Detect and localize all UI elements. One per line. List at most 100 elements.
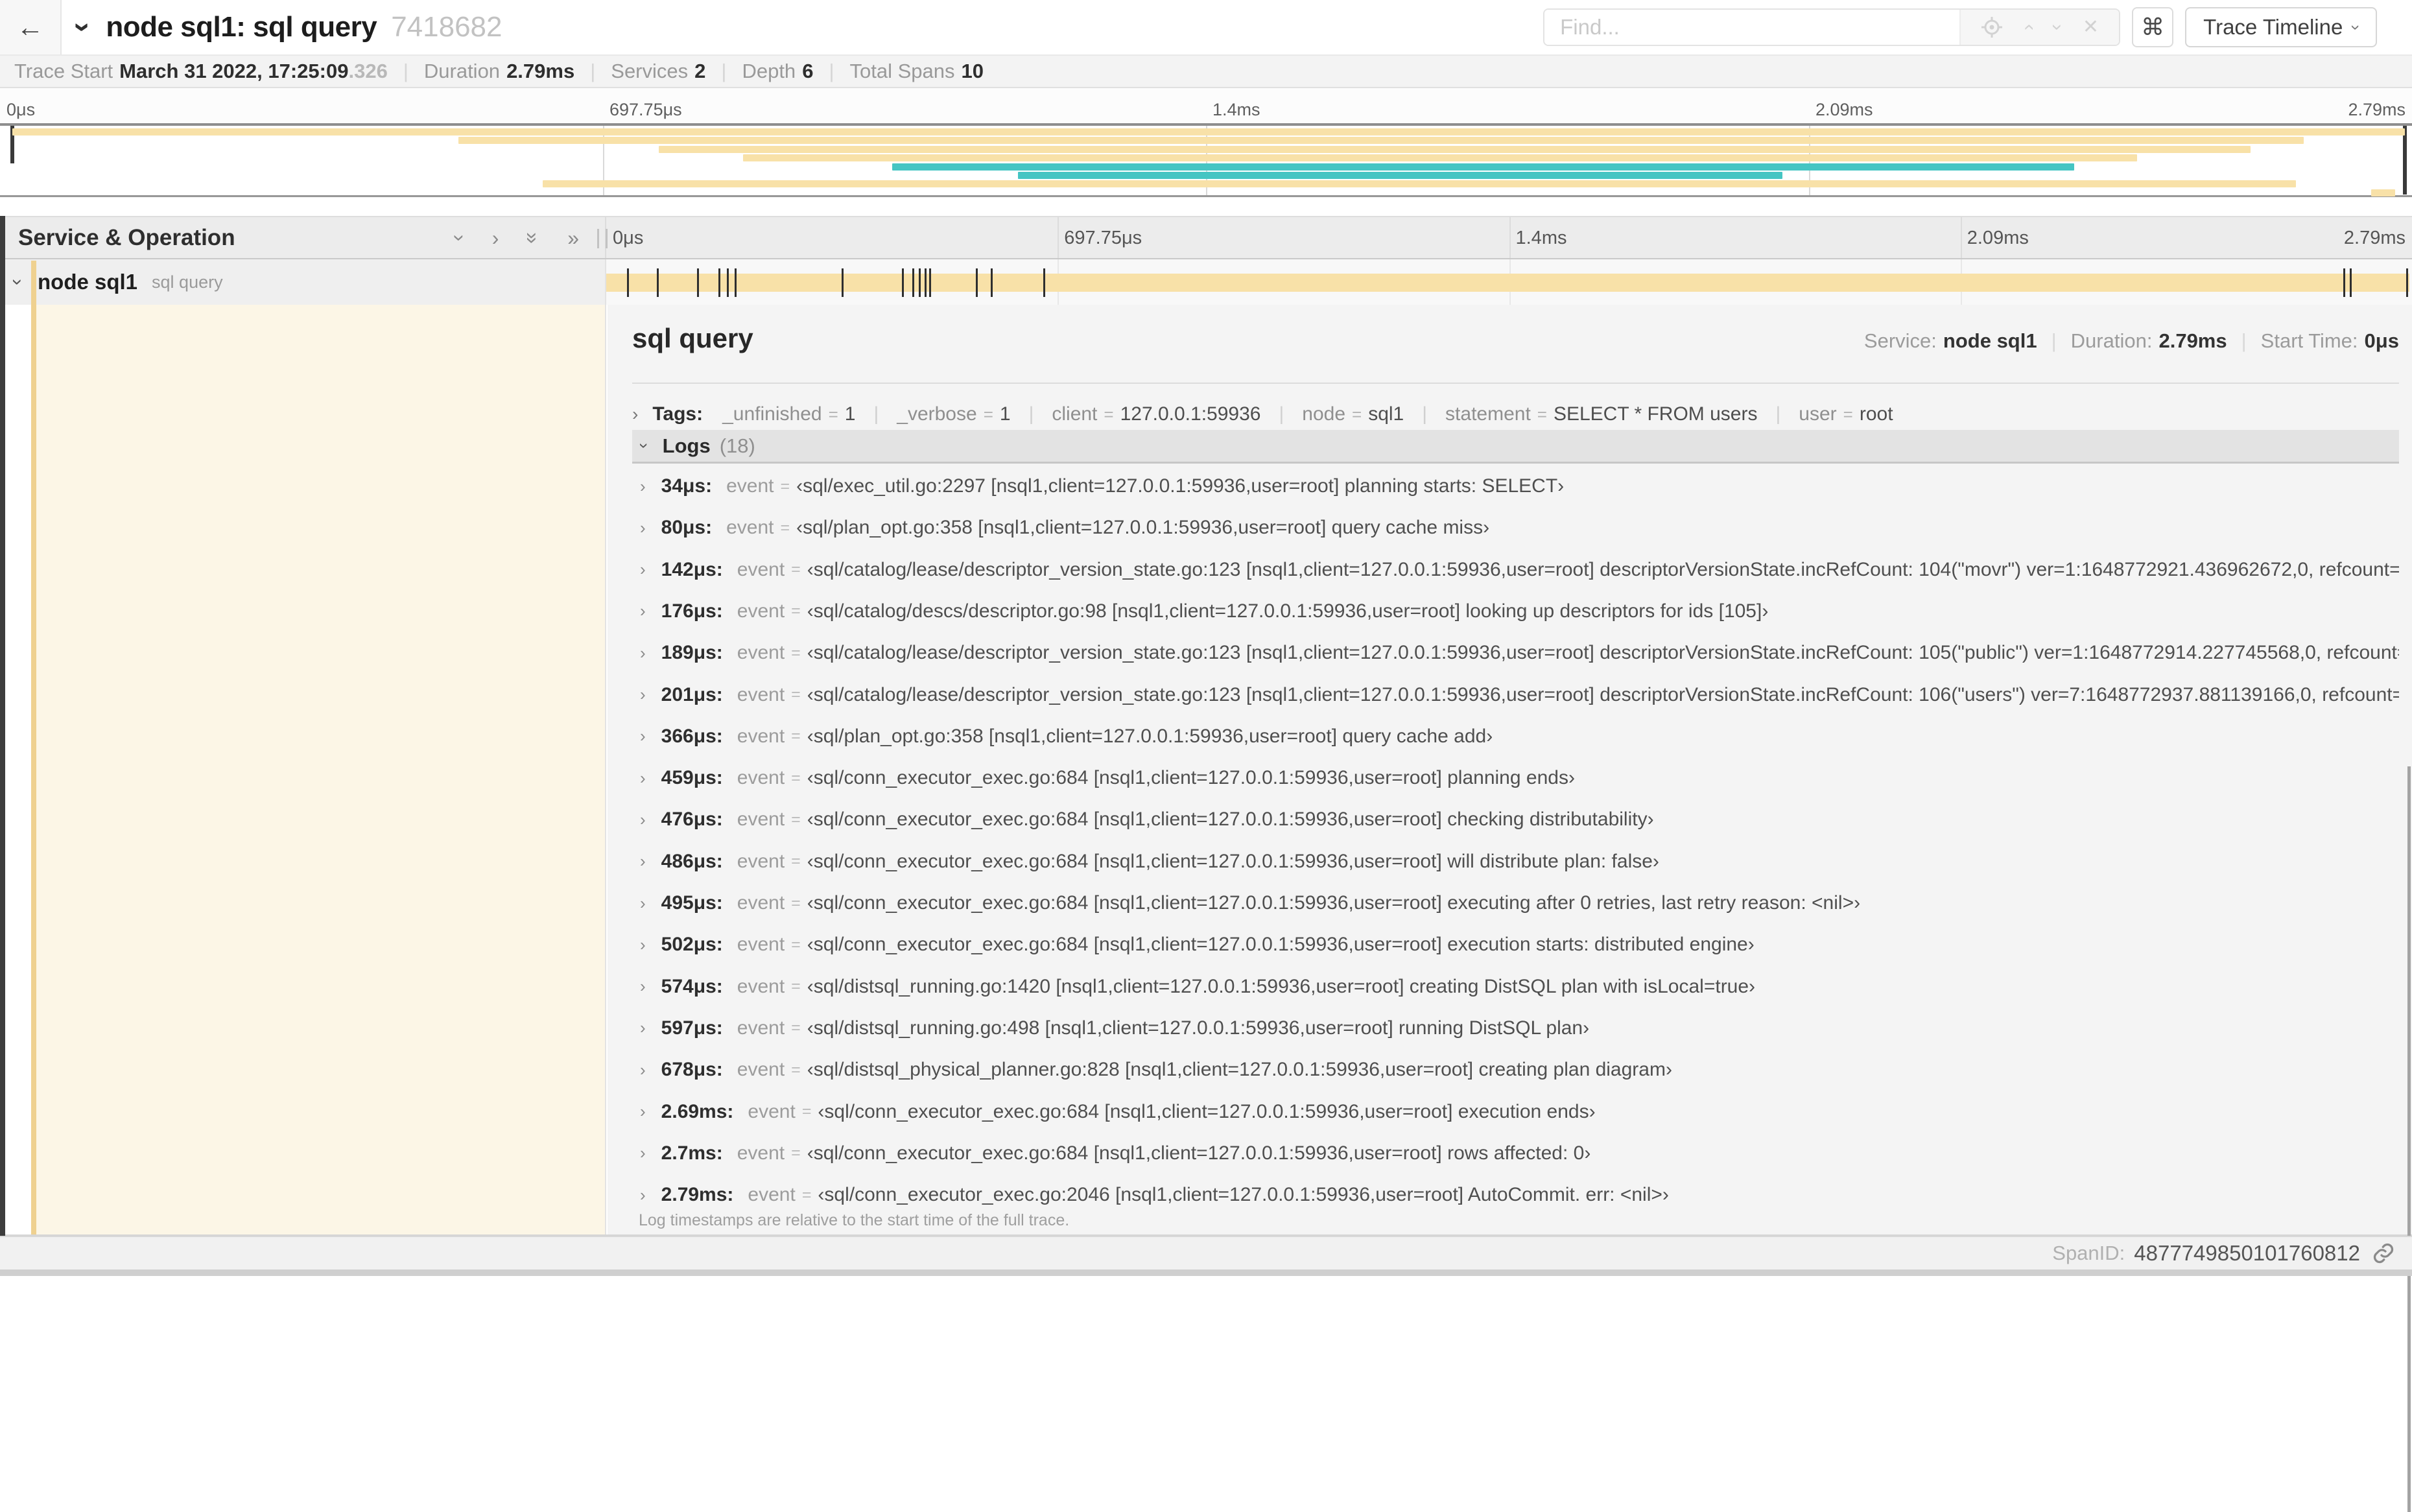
span-row-timeline-cell[interactable] <box>606 259 2412 305</box>
log-expander-icon[interactable]: › <box>640 976 646 997</box>
tag-separator: | <box>1028 403 1034 425</box>
tag-item[interactable]: _verbose = 1 <box>897 403 1010 425</box>
expand-one-icon[interactable]: › <box>492 228 499 248</box>
minimap-tick-label: 2.09ms <box>1815 100 1873 119</box>
log-row[interactable]: › 201μs: event = ‹sql/catalog/lease/descript… <box>632 674 2399 716</box>
log-marker-tick <box>727 268 729 297</box>
tag-equals: = <box>1537 405 1547 424</box>
minimap-canvas[interactable] <box>0 123 2412 197</box>
logs-header[interactable]: › Logs (18) <box>632 430 2399 464</box>
minimap-right-scrubber[interactable] <box>2403 126 2407 195</box>
left-scroll-indicator[interactable] <box>0 216 5 1236</box>
summary-item: Services 2 <box>611 60 705 83</box>
find-input[interactable] <box>1544 10 1960 45</box>
log-row[interactable]: › 495μs: event = ‹sql/conn_executor_exec.go:… <box>632 882 2399 924</box>
collapse-all-icon[interactable]: » <box>521 232 545 244</box>
tag-item[interactable]: statement = SELECT * FROM users <box>1445 403 1757 425</box>
log-row[interactable]: › 2.7ms: event = ‹sql/conn_executor_exec.go:… <box>632 1133 2399 1174</box>
log-field-equals: = <box>791 768 801 787</box>
log-expander-icon[interactable]: › <box>640 685 646 705</box>
keyboard-shortcuts-button[interactable]: ⌘ <box>2132 7 2174 47</box>
log-expander-icon[interactable]: › <box>640 1143 646 1163</box>
minimap-span-bar <box>543 180 2297 188</box>
trace-summary-bar: Trace Start March 31 2022, 17:25:09.326 | D… <box>0 54 2412 88</box>
summary-item: Total Spans 10 <box>850 60 984 83</box>
log-field-equals: = <box>780 477 790 495</box>
span-row-name-cell[interactable]: › node sql1 sql query <box>0 259 606 305</box>
log-expander-icon[interactable]: › <box>640 810 646 830</box>
minimap-span-bar <box>658 145 2251 153</box>
expand-all-icon[interactable]: » <box>567 228 579 248</box>
log-expander-icon[interactable]: › <box>640 477 646 497</box>
minimap-tick-labels: 0μs 697.75μs 1.4ms 2.09ms 2.79ms <box>0 100 2412 119</box>
log-expander-icon[interactable]: › <box>640 893 646 914</box>
log-timestamp: 2.69ms: <box>661 1100 734 1122</box>
log-row[interactable]: › 176μs: event = ‹sql/catalog/descs/descript… <box>632 591 2399 632</box>
log-expander-icon[interactable]: › <box>640 560 646 580</box>
log-expander-icon[interactable]: › <box>640 1185 646 1205</box>
collapse-one-icon[interactable]: › <box>448 234 471 241</box>
log-row[interactable]: › 189μs: event = ‹sql/catalog/lease/descript… <box>632 632 2399 674</box>
log-row[interactable]: › 574μs: event = ‹sql/distsql_running.go:142… <box>632 966 2399 1008</box>
log-marker-tick <box>919 268 921 297</box>
log-row[interactable]: › 142μs: event = ‹sql/catalog/lease/descript… <box>632 549 2399 591</box>
log-field-value: ‹sql/conn_executor_exec.go:684 [nsql1,cl… <box>818 1100 1596 1122</box>
log-expander-icon[interactable]: › <box>640 935 646 955</box>
find-clear-icon[interactable]: ✕ <box>2083 18 2099 37</box>
log-row[interactable]: › 597μs: event = ‹sql/distsql_running.go:498… <box>632 1008 2399 1049</box>
log-row[interactable]: › 459μs: event = ‹sql/conn_executor_exec.go:… <box>632 757 2399 799</box>
trace-title-area[interactable]: › node sql1: sql query 7418682 <box>67 0 503 54</box>
tag-equals: = <box>1352 405 1362 424</box>
log-field-value: ‹sql/catalog/lease/descriptor_version_st… <box>807 683 2399 705</box>
log-expander-icon[interactable]: › <box>640 851 646 871</box>
log-row[interactable]: › 486μs: event = ‹sql/conn_executor_exec.go:… <box>632 841 2399 882</box>
log-expander-icon[interactable]: › <box>640 726 646 746</box>
tag-item[interactable]: user = root <box>1799 403 1893 425</box>
log-expander-icon[interactable]: › <box>640 601 646 621</box>
detail-scrollbar[interactable] <box>2407 766 2411 1512</box>
log-expander-icon[interactable]: › <box>640 1018 646 1038</box>
log-field-key: event <box>748 1100 796 1122</box>
back-button[interactable]: ← <box>0 0 62 54</box>
log-timestamp: 495μs: <box>661 892 723 914</box>
log-expander-icon[interactable]: › <box>640 518 646 538</box>
log-expander-icon[interactable]: › <box>640 1060 646 1080</box>
log-marker-tick <box>2406 268 2409 297</box>
find-prev-icon[interactable]: › <box>2017 24 2039 30</box>
span-detail-section: sql query Service: node sql1 | Duration: 2.7… <box>0 261 2412 1512</box>
tags-expander-icon[interactable]: › <box>632 404 638 425</box>
log-row[interactable]: › 502μs: event = ‹sql/conn_executor_exec.go:… <box>632 924 2399 965</box>
log-expander-icon[interactable]: › <box>640 643 646 663</box>
span-row-node-sql1[interactable]: › node sql1 sql query <box>0 259 2412 305</box>
focus-target-icon[interactable] <box>1981 16 2003 38</box>
log-row[interactable]: › 678μs: event = ‹sql/distsql_physical_plann… <box>632 1049 2399 1091</box>
log-row[interactable]: › 476μs: event = ‹sql/conn_executor_exec.go:… <box>632 799 2399 840</box>
tags-row[interactable]: › Tags: _unfinished = 1 | _verbose = 1 | client =… <box>632 397 2399 432</box>
log-row[interactable]: › 80μs: event = ‹sql/plan_opt.go:358 [nsql1,… <box>632 507 2399 549</box>
log-row[interactable]: › 366μs: event = ‹sql/plan_opt.go:358 [nsql1… <box>632 716 2399 757</box>
log-field-key: event <box>737 1017 785 1039</box>
collapse-trace-icon[interactable]: › <box>67 22 101 32</box>
log-field-key: event <box>726 517 774 539</box>
tag-item[interactable]: _unfinished = 1 <box>722 403 855 425</box>
trace-view-selector[interactable]: Trace Timeline › <box>2185 7 2377 47</box>
log-field-key: event <box>748 1184 796 1206</box>
log-field-value: ‹sql/distsql_running.go:498 [nsql1,clien… <box>807 1017 1590 1039</box>
span-expander-icon[interactable]: › <box>6 279 29 285</box>
tag-separator: | <box>873 403 879 425</box>
log-field-equals: = <box>801 1185 812 1204</box>
log-row[interactable]: › 2.69ms: event = ‹sql/conn_executor_exec.go… <box>632 1091 2399 1133</box>
span-duration-bar[interactable] <box>606 268 2409 297</box>
log-field-value: ‹sql/conn_executor_exec.go:684 [nsql1,cl… <box>807 767 1575 789</box>
log-field-equals: = <box>791 727 801 746</box>
deep-link-icon[interactable] <box>2372 1242 2395 1265</box>
span-detail-indent-fill <box>36 305 605 1234</box>
log-expander-icon[interactable]: › <box>640 1102 646 1122</box>
log-row[interactable]: › 2.79ms: event = ‹sql/conn_executor_exec.go… <box>632 1174 2399 1216</box>
tag-item[interactable]: client = 127.0.0.1:59936 <box>1052 403 1260 425</box>
find-next-icon[interactable]: › <box>2047 24 2068 30</box>
log-row[interactable]: › 34μs: event = ‹sql/exec_util.go:2297 [nsql… <box>632 466 2399 507</box>
log-expander-icon[interactable]: › <box>640 768 646 788</box>
logs-expander-icon[interactable]: › <box>634 443 654 449</box>
tag-item[interactable]: node = sql1 <box>1302 403 1404 425</box>
